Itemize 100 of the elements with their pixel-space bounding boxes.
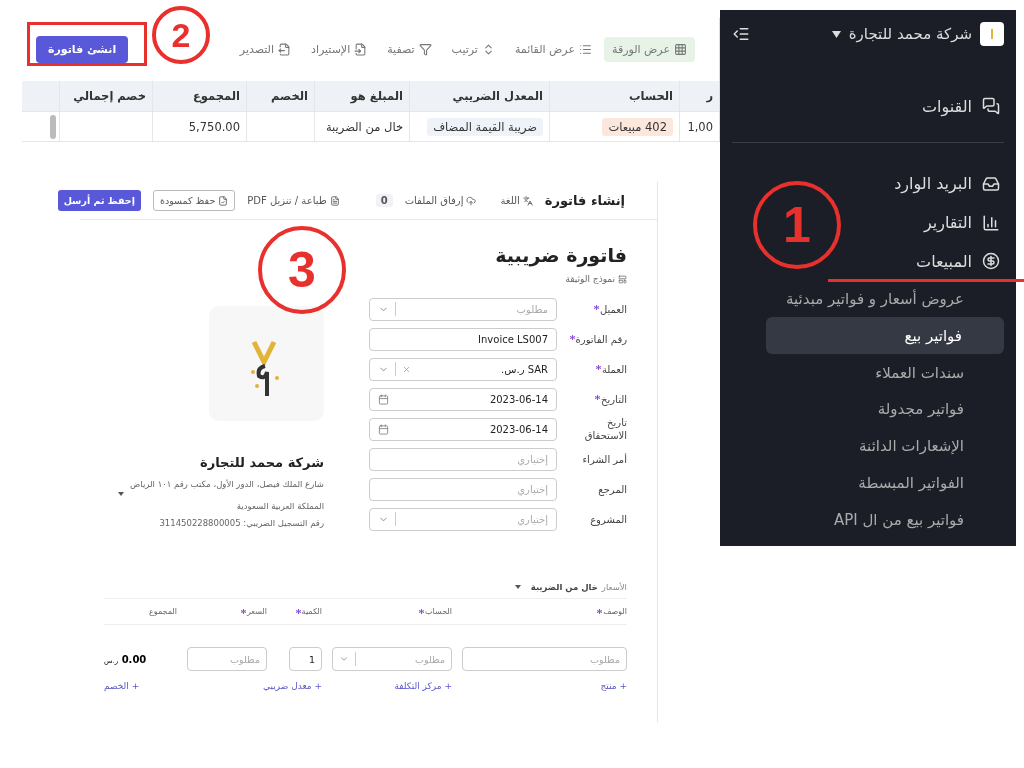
required-asterisk-icon — [240, 609, 246, 614]
field-label: تاريخ الاستحقاق — [583, 416, 627, 442]
sidebar-item[interactable]: المبيعات — [916, 241, 1004, 281]
caret-icon[interactable] — [514, 585, 521, 589]
toolbar-button[interactable]: تصفية — [379, 37, 440, 63]
caret-icon[interactable] — [831, 30, 841, 38]
sidebar-subitem[interactable]: فواتير بيع من ال API — [766, 501, 1004, 539]
quantity-field[interactable]: 1 — [289, 647, 322, 671]
field-label: رقم الفاتورة — [565, 332, 627, 346]
column-header: المعدل الضريبي — [409, 81, 549, 111]
toolbar-button[interactable]: الإستيراد — [303, 37, 376, 63]
required-asterisk-icon — [569, 334, 575, 340]
file-export-icon — [278, 43, 291, 57]
cell-text: 5,750.00 — [188, 119, 240, 134]
toolbar-button[interactable]: عرض الورقة — [604, 37, 695, 63]
translate-icon — [522, 195, 533, 206]
column-header: الكمية — [277, 599, 322, 624]
select-field[interactable]: SAR ر.س. — [369, 357, 557, 381]
toolbar-button[interactable]: التصدير — [231, 37, 299, 63]
step-marker: 3 — [258, 226, 346, 314]
row-handle[interactable] — [50, 115, 56, 139]
sidebar-item[interactable]: البريد الوارد — [894, 164, 1004, 204]
required-asterisk-icon — [593, 304, 599, 310]
print-button[interactable]: طباعة / تنزيل PDF — [247, 195, 340, 206]
document-check-icon — [218, 195, 229, 206]
prices-label: الأسعار — [601, 582, 627, 592]
company-country: المملكة العربية السعودية — [235, 500, 324, 513]
field-label: المرجع — [597, 482, 627, 496]
company-logo-icon — [980, 22, 1004, 47]
file-import-icon — [354, 43, 368, 57]
sidebar-item[interactable]: التقارير — [923, 203, 1004, 242]
save-draft-button[interactable]: حفظ كمسودة — [152, 190, 236, 211]
tax-number: رقم التسجيل الضريبي: 311450228800005 — [158, 516, 324, 530]
sidebar-subitem[interactable]: الإشعارات الدائنة — [766, 427, 1004, 465]
list-icon — [579, 43, 592, 57]
required-asterisk-icon — [595, 364, 601, 370]
field-label: المشروع — [589, 512, 627, 526]
step-marker: 2 — [152, 6, 210, 64]
inbox-icon — [982, 174, 1000, 193]
document-title: فاتورة ضريبية — [494, 244, 627, 266]
required-asterisk-icon — [295, 609, 301, 614]
filter-icon — [418, 43, 432, 57]
grid-icon — [674, 43, 687, 57]
cell-text: 1,00 — [687, 119, 713, 134]
cell-tag: 402 مبيعات — [602, 117, 673, 136]
required-asterisk-icon — [419, 609, 425, 614]
add-link[interactable]: + الخصم — [104, 681, 164, 691]
prices-mode-dropdown[interactable]: خال من الضريبة — [530, 582, 598, 592]
date-field[interactable]: 2023-06-14 — [369, 387, 557, 411]
save-and-send-button[interactable]: إحفظ ثم أرسل — [57, 190, 141, 211]
step-marker: 1 — [753, 181, 841, 269]
field-label: العميل — [565, 302, 627, 316]
toolbar-button[interactable]: ترتيب — [443, 37, 503, 63]
create-invoice-button[interactable]: انشئ فاتورة — [36, 36, 129, 64]
field-label: أمر الشراء — [581, 452, 627, 466]
sidebar-subitem[interactable]: سندات العملاء — [766, 354, 1004, 391]
column-header: السعر — [187, 599, 267, 624]
language-button[interactable]: اللغة — [500, 195, 533, 206]
field-label: العملة — [565, 362, 627, 376]
column-header: خصم إجمالي — [59, 81, 152, 111]
calendar-icon — [378, 393, 389, 405]
form-title: إنشاء فاتورة — [544, 193, 625, 208]
add-link[interactable]: + منتج — [462, 681, 627, 691]
company-name: شركة محمد للتجارة — [199, 455, 324, 470]
calendar-icon — [378, 423, 389, 435]
column-header: الحساب — [332, 599, 452, 624]
channels-icon — [982, 97, 1000, 116]
column-header: الحساب — [549, 81, 679, 111]
column-header: الوصف — [462, 599, 627, 624]
required-asterisk-icon — [595, 394, 601, 400]
chevron-down-icon — [339, 654, 349, 664]
column-header: المجموع — [148, 606, 177, 618]
cell-text: خال من الضريبة — [325, 119, 403, 134]
sidebar-item[interactable]: القنوات — [922, 86, 1004, 126]
sidebar-subitem[interactable]: فواتير مجدولة — [766, 390, 1004, 428]
add-link[interactable]: + مركز التكلفة — [332, 681, 452, 691]
sidebar-subitem[interactable]: الفواتير المبسطة — [766, 464, 1004, 502]
template-link[interactable]: نموذج الوثيقة — [367, 274, 627, 284]
input-field[interactable]: Invoice LS007 — [369, 327, 557, 351]
column-header: المجموع — [152, 81, 246, 111]
required-asterisk-icon — [597, 609, 603, 614]
template-icon — [618, 274, 627, 284]
column-header: المبلغ هو — [314, 81, 409, 111]
date-field[interactable]: 2023-06-14 — [369, 417, 557, 441]
attach-files-button[interactable]: إرفاق الملفات — [404, 195, 477, 206]
attachment-count: 0 — [375, 194, 393, 207]
sidebar-subitem[interactable]: عروض أسعار و فواتير مبدئية — [766, 280, 1004, 318]
field-label: التاريخ — [565, 392, 627, 406]
toolbar-button[interactable]: عرض القائمة — [506, 37, 600, 63]
reports-icon — [982, 213, 1000, 232]
company-address: شارع الملك فيصل، الدور الأول، مكتب رقم ١٠١ الرياض — [130, 478, 324, 491]
sales-icon — [982, 252, 1000, 271]
caret-icon[interactable] — [118, 492, 125, 496]
add-link[interactable]: + معدل ضريبي — [187, 681, 322, 691]
cell-tag: ضريبة القيمة المضاف — [427, 117, 543, 136]
document-icon — [329, 195, 340, 206]
column-header: الخصم — [246, 81, 314, 111]
company-switcher[interactable]: شركة محمد للتجارة — [848, 25, 972, 44]
sidebar-subitem[interactable]: فواتير بيع — [766, 317, 1004, 355]
column-header: ر — [679, 81, 719, 111]
